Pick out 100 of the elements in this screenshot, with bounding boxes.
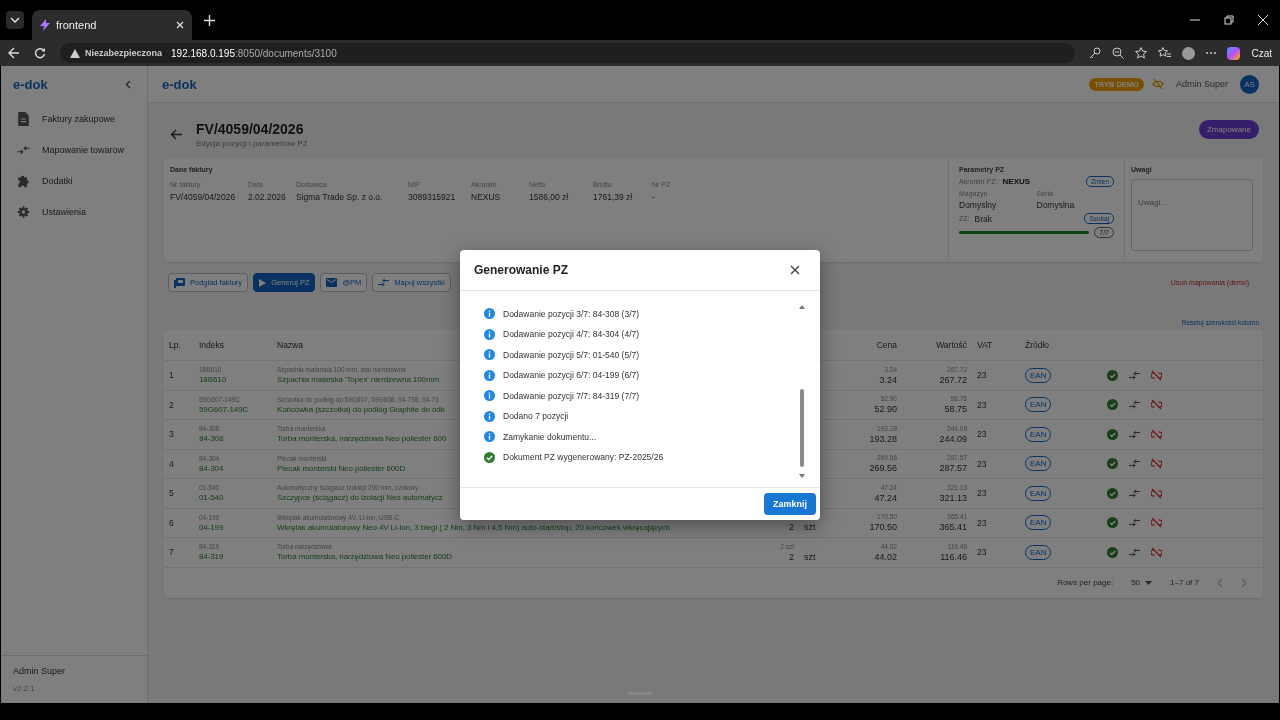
reload-icon[interactable] [34, 47, 46, 59]
log-entry: Zamykanie dokumentu... [503, 431, 597, 442]
log-entry: Dodawanie pozycji 5/7: 01-540 (5/7) [503, 349, 640, 360]
preview-icon [174, 277, 185, 288]
app-logo[interactable]: e-dok [13, 76, 48, 92]
rows-per-page-label: Rows per page: [1057, 578, 1114, 587]
profile-icon[interactable] [1182, 46, 1196, 60]
table-cell: 116.46 [940, 551, 967, 562]
check-icon[interactable] [1107, 428, 1118, 440]
column-header: VAT [976, 340, 994, 350]
warning-icon [70, 48, 80, 58]
check-icon[interactable] [1107, 369, 1118, 381]
table-cell-text: 5 [168, 488, 175, 499]
table-cell: 193.28 [869, 433, 897, 444]
table-cell-text: 23 [976, 370, 988, 381]
field-value: 3089315921 [408, 192, 457, 202]
swap-icon[interactable] [1129, 518, 1140, 528]
log-entry: Dodano 7 pozycji [503, 411, 569, 421]
table-cell: Torba monterska, narzędziowa Neo poliester 600D [277, 552, 452, 562]
field-value: 2.02.2026 [248, 192, 286, 202]
unlink-icon[interactable] [1151, 428, 1162, 440]
swap-icon[interactable] [1129, 400, 1140, 410]
log-entry: Dodawanie pozycji 6/7: 04-199 (6/7) [503, 370, 640, 380]
user-name: Admin Super [13, 666, 67, 676]
star-icon[interactable] [1135, 47, 1148, 59]
unlink-icon[interactable] [1151, 458, 1162, 470]
field-value: 1761,39 zł [593, 192, 634, 202]
info-icon [484, 308, 495, 319]
address-field[interactable]: Niezabezpieczona 192.168.0.195:8050/documents/3100 [60, 43, 1076, 63]
close-icon[interactable] [790, 265, 800, 275]
table-cell: Wkrętak akumulatorowy Neo 4V Li-Ion, 3 biegi ( 2 Nm, 3 Nm i 4,5 Nm) auto-start/stop, 20 końcówek wkręcających [277, 522, 670, 532]
table-cell-text: 23 [976, 488, 988, 499]
swap-icon [378, 278, 390, 287]
table-cell: 18B610 [199, 375, 226, 385]
table-cell: 47.24 [874, 492, 897, 503]
table-cell: 84-319 [199, 552, 224, 562]
check-icon[interactable] [1107, 458, 1118, 470]
table-cell: 287.57 [939, 463, 967, 474]
check-icon[interactable] [1107, 399, 1118, 411]
sidebar-item[interactable]: Mapowanie towarow [1, 139, 147, 161]
unlink-icon[interactable] [1151, 399, 1162, 411]
notes-field[interactable]: Uwagi... [1131, 179, 1253, 251]
table-cell: 2 [789, 551, 794, 562]
user-name: Admin Super [1175, 79, 1228, 89]
user-avatar[interactable]: AS [1240, 74, 1259, 94]
copilot-icon[interactable] [1227, 46, 1241, 60]
swap-icon[interactable] [1129, 459, 1140, 469]
swap-icon[interactable] [1129, 370, 1140, 380]
tab-list-button[interactable] [6, 11, 24, 29]
table-cell: 269.56 [869, 463, 897, 474]
table-cell: 321.13 [939, 492, 967, 503]
check-icon[interactable] [1107, 487, 1118, 499]
unlink-icon[interactable] [1151, 517, 1162, 529]
new-tab-icon[interactable] [204, 14, 215, 26]
collapse-icon[interactable] [125, 79, 131, 89]
field-value: 1586,00 zł [529, 192, 570, 202]
table-cell: szt [804, 551, 816, 562]
unlink-icon[interactable] [1151, 487, 1162, 499]
table-cell: Torba monterska, narzędziowa Neo poliester 600 [277, 434, 447, 444]
zoom-icon[interactable] [1112, 47, 1125, 59]
restore-icon[interactable] [1224, 15, 1234, 25]
lightning-icon [40, 19, 50, 31]
column-header: Cena [875, 340, 898, 350]
field-value: Brak [974, 213, 992, 224]
table-cell: 365.41 [939, 522, 967, 533]
key-icon[interactable] [1089, 47, 1102, 59]
table-cell-text: 23 [976, 429, 988, 440]
rows-per-page-select[interactable]: 50 [1131, 578, 1153, 587]
sidebar-item[interactable]: Dodatki [1, 170, 147, 192]
browser-tab[interactable]: frontend [32, 10, 192, 40]
settings-icon [17, 205, 30, 219]
table-cell: 3.24 [879, 374, 897, 385]
unlink-icon[interactable] [1151, 369, 1162, 381]
field-value: FV/4059/04/2026 [170, 192, 237, 202]
unlink-icon[interactable] [1151, 546, 1162, 558]
chat-label[interactable]: Czat [1251, 47, 1272, 59]
table-cell-text: 1 [168, 370, 175, 381]
table-cell: 52.90 [874, 404, 897, 415]
check-icon[interactable] [1107, 546, 1118, 558]
swap-icon[interactable] [1129, 547, 1140, 557]
table-cell: 267.72 [939, 374, 967, 385]
swap-icon[interactable] [1129, 429, 1140, 439]
column-header: Indeks [198, 340, 226, 350]
column-header: Wartość [935, 340, 968, 350]
column-header: Lp. [168, 340, 182, 350]
close-button[interactable]: Zamknij [764, 493, 816, 515]
sidebar-item[interactable]: Faktury zakupowe [1, 108, 147, 130]
table-cell: Szczypce (ściągacz) do izolacji Neo automatycz [277, 493, 443, 503]
check-icon[interactable] [1107, 517, 1118, 529]
column-header: Źródło [1024, 340, 1051, 350]
swap-icon[interactable] [1129, 488, 1140, 498]
document-icon [17, 112, 30, 126]
field-value: Domyslna [1036, 200, 1076, 210]
sidebar-item[interactable]: Ustawienia [1, 201, 147, 223]
dialog-title: Generowanie PZ [474, 263, 569, 277]
favorites-icon[interactable] [1158, 47, 1172, 59]
table-cell: Plecak monterski Neo poliester 600D [277, 463, 406, 473]
column-header: Nazwa [276, 340, 304, 350]
mail-icon [326, 278, 338, 287]
arrows-icon [17, 143, 30, 157]
